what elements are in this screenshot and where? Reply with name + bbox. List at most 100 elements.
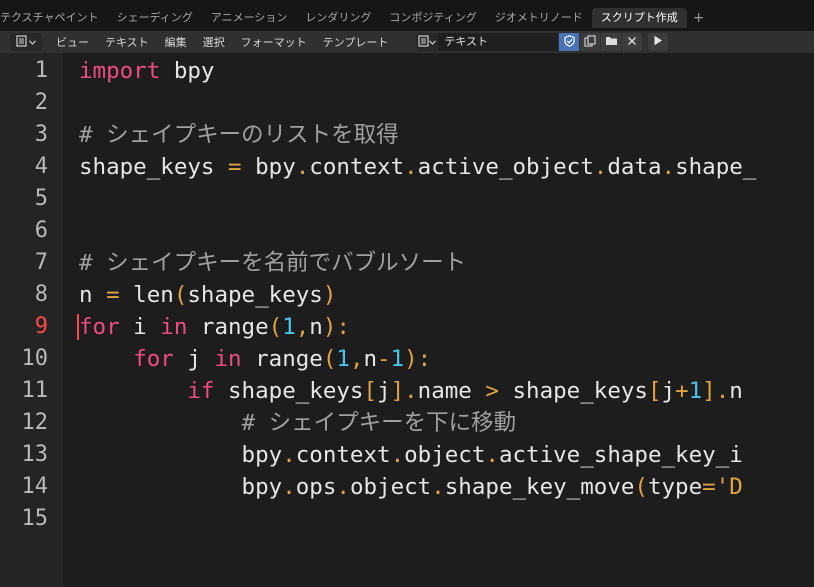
header-menu-item[interactable]: 編集 xyxy=(157,34,195,50)
code-token: 1 xyxy=(282,314,296,340)
code-token: shape_keys xyxy=(214,378,364,404)
code-token: object xyxy=(404,442,486,468)
code-token: 1 xyxy=(336,346,350,372)
workspace-tab[interactable]: ジオメトリノード xyxy=(486,8,592,28)
text-block-name-field[interactable]: テキスト xyxy=(438,33,559,51)
workspace-tab[interactable]: アニメーション xyxy=(202,8,297,28)
code-token: 1 xyxy=(390,346,405,372)
code-token: range xyxy=(187,314,269,340)
workspace-tab[interactable]: コンポジティング xyxy=(380,8,485,28)
code-token: ( xyxy=(322,346,337,372)
code-token: # シェイプキーのリストを取得 xyxy=(79,122,399,148)
code-token: range xyxy=(241,346,323,372)
workspace-tab[interactable]: レンダリング xyxy=(296,8,380,28)
line-number: 8 xyxy=(34,282,48,307)
code-line[interactable]: 2 xyxy=(0,87,814,119)
code-line[interactable]: 12 # シェイプキーを下に移動 xyxy=(0,407,814,439)
code-line[interactable]: 11 if shape_keys[j].name > shape_keys[j+… xyxy=(0,375,814,407)
code-token: n xyxy=(729,378,743,404)
line-number: 4 xyxy=(34,154,48,179)
code-token: 1 xyxy=(688,378,703,404)
workspace-tab[interactable]: シェーディング xyxy=(108,8,202,28)
code-text: bpy.ops.object.shape_key_move(type='D xyxy=(79,471,743,503)
code-token: bpy xyxy=(79,474,283,500)
code-token: ]. xyxy=(702,378,730,404)
fake-user-button[interactable] xyxy=(559,33,580,51)
header-menus: ビュー テキスト 編集 選択 フォーマット テンプレート xyxy=(42,34,396,50)
code-line[interactable]: 5 xyxy=(0,183,814,215)
run-script-button[interactable] xyxy=(648,33,669,51)
code-token: context xyxy=(295,442,391,468)
chevron-down-icon xyxy=(29,37,36,48)
line-number: 12 xyxy=(21,410,49,435)
code-token: context xyxy=(309,154,405,180)
workspace-tab-bar: テクスチャペイント シェーディング アニメーション レンダリング コンポジティング ジオメ… xyxy=(0,0,814,31)
code-token: n xyxy=(363,346,378,372)
line-number: 2 xyxy=(34,90,48,115)
code-editor[interactable]: 1 import bpy 2 3 # シェイプキーのリストを取得 4 shape_keys … xyxy=(0,53,814,587)
code-token: . xyxy=(390,442,405,468)
add-workspace-button[interactable]: + xyxy=(687,8,711,28)
text-editor-icon xyxy=(16,34,27,50)
code-token: shape_keys xyxy=(79,154,229,180)
code-token: for xyxy=(133,346,174,372)
header-menu-item[interactable]: 選択 xyxy=(195,34,233,50)
unlink-button[interactable] xyxy=(622,33,643,51)
text-block-selector: テキスト xyxy=(416,33,643,51)
code-token: len xyxy=(119,282,174,308)
code-token: bpy xyxy=(160,58,215,84)
code-token: . xyxy=(404,154,418,180)
code-token: # シェイプキーを名前でバブルソート xyxy=(79,250,467,276)
line-number: 14 xyxy=(21,474,49,499)
line-number: 13 xyxy=(21,442,49,467)
code-line[interactable]: 13 bpy.context.object.active_shape_key_i xyxy=(0,439,814,471)
code-line[interactable]: 10 for j in range(1,n-1): xyxy=(0,343,814,375)
close-icon xyxy=(627,36,637,49)
code-token: . xyxy=(661,154,676,180)
header-menu-item[interactable]: ビュー xyxy=(42,34,97,50)
line-number: 7 xyxy=(34,250,48,275)
workspace-tab[interactable]: テクスチャペイント xyxy=(0,8,108,28)
header-menu-item[interactable]: フォーマット xyxy=(233,34,315,50)
code-text: n = len(shape_keys) xyxy=(79,279,336,311)
code-token: active_shape_key_i xyxy=(498,442,743,468)
code-line[interactable]: 3 # シェイプキーのリストを取得 xyxy=(0,119,814,151)
header-menu-item[interactable]: テキスト xyxy=(97,34,157,50)
play-icon xyxy=(653,35,663,49)
text-block-browse-button[interactable] xyxy=(416,33,439,51)
header-menu-item[interactable]: テンプレート xyxy=(315,34,397,50)
duplicate-button[interactable] xyxy=(580,33,601,51)
line-number: 15 xyxy=(21,506,49,531)
code-token: ) xyxy=(322,282,337,308)
code-token: shape_key_move xyxy=(444,474,635,500)
code-line[interactable]: 15 xyxy=(0,503,814,535)
code-token: j xyxy=(173,346,215,372)
code-line[interactable]: 14 bpy.ops.object.shape_key_move(type='D xyxy=(0,471,814,503)
editor-type-selector[interactable] xyxy=(10,33,42,51)
code-line[interactable]: 4 shape_keys = bpy.context.active_object.… xyxy=(0,151,814,183)
line-number: 10 xyxy=(21,346,49,371)
code-token: = xyxy=(228,154,242,180)
open-button[interactable] xyxy=(601,33,622,51)
code-token: . xyxy=(485,442,499,468)
text-editor-header: ビュー テキスト 編集 選択 フォーマット テンプレート テキスト xyxy=(0,31,814,53)
code-token: 'D xyxy=(715,474,743,500)
code-token: [ xyxy=(363,378,378,404)
code-line[interactable]: 7 # シェイプキーを名前でバブルソート xyxy=(0,247,814,279)
workspace-tab[interactable]: スクリプト作成 xyxy=(591,8,687,28)
chevron-down-icon xyxy=(429,37,437,48)
line-number: 9 xyxy=(34,314,48,339)
code-token: bpy xyxy=(241,154,296,180)
line-number: 11 xyxy=(21,378,49,403)
code-line[interactable]: 6 xyxy=(0,215,814,247)
code-token: import xyxy=(79,58,161,84)
folder-icon xyxy=(605,35,618,49)
code-text: # シェイプキーを下に移動 xyxy=(79,407,517,439)
code-line[interactable]: 1 import bpy xyxy=(0,55,814,87)
code-line[interactable]: 9 for i in range(1,n): xyxy=(0,311,814,343)
line-number: 6 xyxy=(34,218,48,243)
code-token: ( xyxy=(173,282,188,308)
code-line[interactable]: 8 n = len(shape_keys) xyxy=(0,279,814,311)
